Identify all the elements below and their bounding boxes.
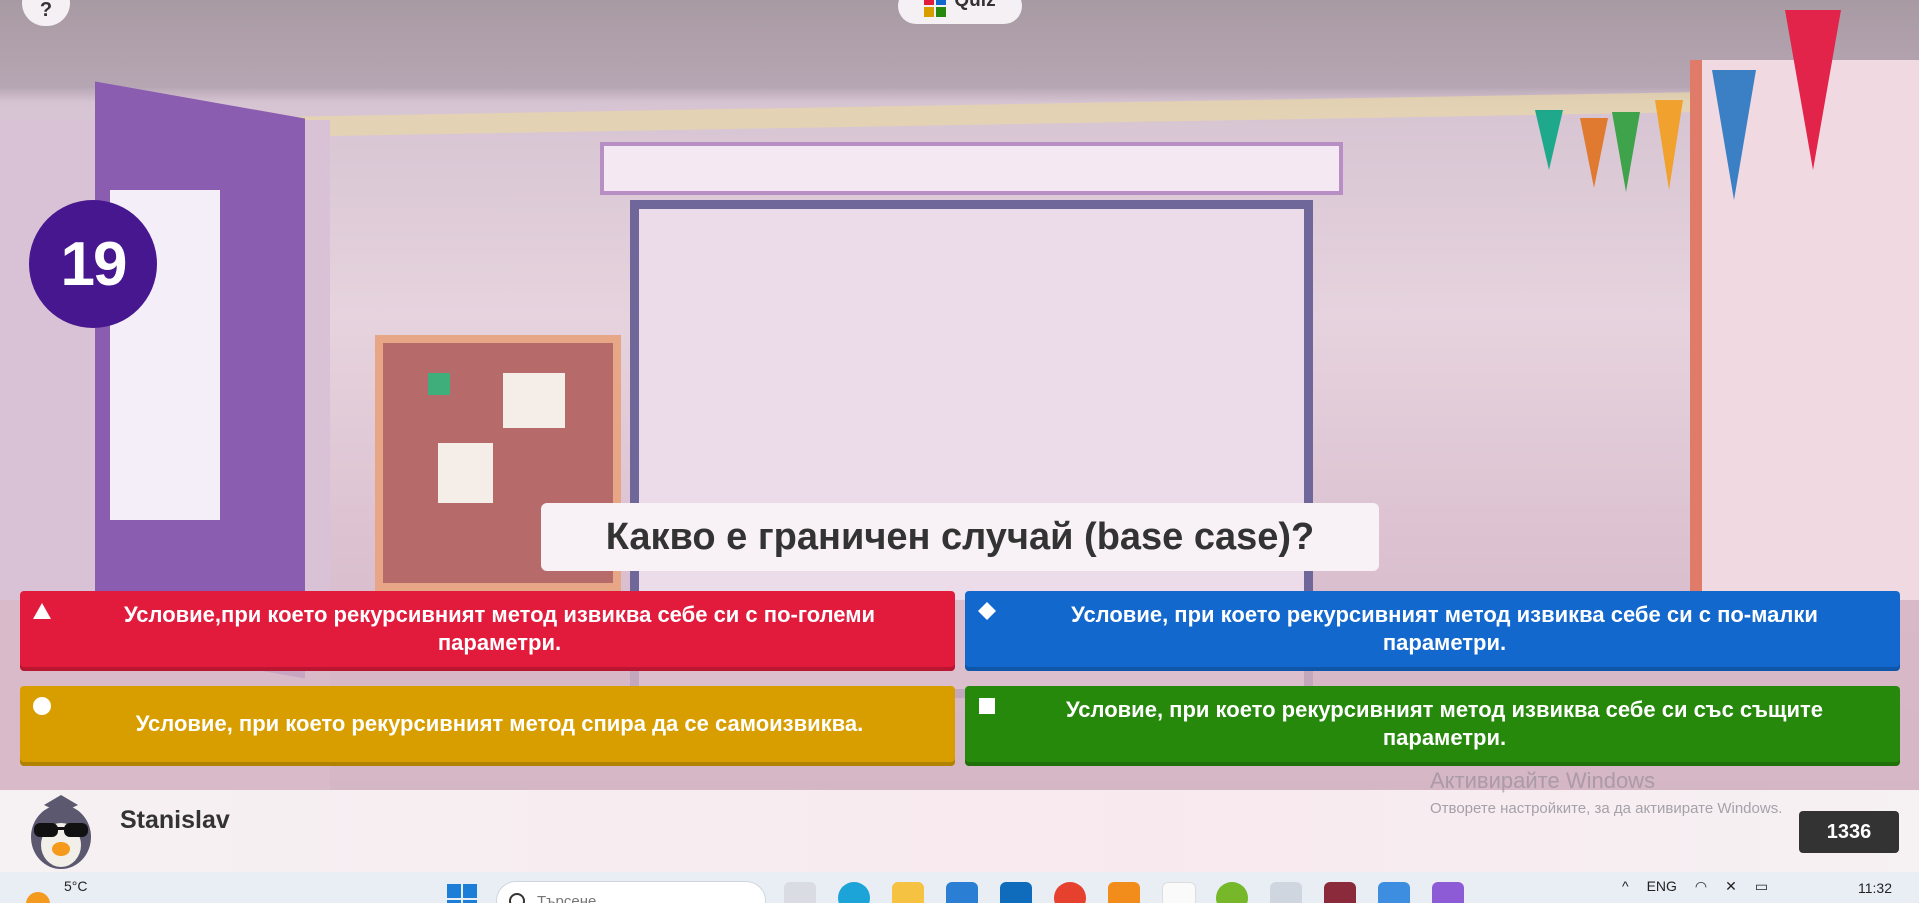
edge-icon[interactable] xyxy=(838,882,870,903)
answer-text: Условие, при което рекурсивният метод из… xyxy=(1071,602,1818,655)
utorrent-icon[interactable] xyxy=(1216,882,1248,903)
board-note xyxy=(438,443,493,503)
answer-text: Условие, при което рекурсивният метод сп… xyxy=(135,711,864,736)
app-icon[interactable] xyxy=(1108,882,1140,903)
question-number: 19 xyxy=(60,229,128,299)
player-bar: Stanislav Активирайте Windows Отворете н… xyxy=(0,768,1919,872)
activation-watermark-subtitle: Отворете настройките, за да активирате W… xyxy=(1430,800,1783,817)
diamond-icon xyxy=(978,602,996,620)
answer-button-red[interactable]: Условие,при което рекурсивният метод изв… xyxy=(20,591,955,671)
board-note xyxy=(428,373,450,395)
classroom-background xyxy=(0,0,1919,790)
store-icon[interactable] xyxy=(946,882,978,903)
volume-muted-icon[interactable]: ✕ xyxy=(1725,878,1737,895)
activation-watermark-title: Активирайте Windows xyxy=(1430,768,1656,793)
answer-button-green[interactable]: Условие, при което рекурсивният метод из… xyxy=(965,686,1900,766)
file-explorer-icon[interactable] xyxy=(892,882,924,903)
sun-icon xyxy=(26,892,50,903)
answer-text: Условие,при което рекурсивният метод изв… xyxy=(123,602,876,655)
system-tray: ^ ENG ◠ ✕ ▭ xyxy=(1622,878,1768,895)
player-name: Stanislav xyxy=(120,806,230,834)
question-number-badge: 19 xyxy=(29,200,157,328)
temperature: 5°C xyxy=(64,878,88,894)
chevron-up-icon[interactable]: ^ xyxy=(1622,878,1629,894)
question-text: Какво е граничен случай (base case)? xyxy=(605,515,1315,558)
pennant-flag xyxy=(1712,70,1756,200)
windows-taskbar: 5°C ^ ENG ◠ ✕ ▭ 11:32 xyxy=(0,872,1919,903)
answer-button-yellow[interactable]: Условие, при което рекурсивният метод сп… xyxy=(20,686,955,766)
windows-start-icon[interactable] xyxy=(447,884,477,903)
visual-studio-icon[interactable] xyxy=(1432,882,1464,903)
winrar-icon[interactable] xyxy=(1324,882,1356,903)
taskbar-search[interactable] xyxy=(496,881,766,903)
battery-icon[interactable]: ▭ xyxy=(1755,878,1768,895)
penguin-sunglasses-icon xyxy=(31,795,91,869)
search-icon xyxy=(509,893,525,903)
answer-text: Условие, при което рекурсивният метод из… xyxy=(1066,697,1823,750)
app-icon-2[interactable] xyxy=(1162,882,1196,903)
notepad-icon[interactable] xyxy=(1378,882,1410,903)
board-note xyxy=(503,373,565,428)
pennant-flag xyxy=(1580,118,1608,188)
chrome-icon[interactable] xyxy=(1054,882,1086,903)
chrome-profile-icon[interactable] xyxy=(1270,882,1302,903)
help-button-label: ? xyxy=(39,0,53,21)
quiz-type-label: Quiz xyxy=(954,0,996,11)
projector-casing xyxy=(600,142,1343,195)
answer-button-blue[interactable]: Условие, при което рекурсивният метод из… xyxy=(965,591,1900,671)
weather-widget[interactable]: 5°C xyxy=(26,878,88,903)
score-badge: 1336 xyxy=(1799,811,1899,853)
circle-icon xyxy=(33,697,51,715)
outlook-icon[interactable] xyxy=(1000,882,1032,903)
search-input[interactable] xyxy=(535,891,739,903)
task-view-icon[interactable] xyxy=(784,882,816,903)
clock[interactable]: 11:32 xyxy=(1858,880,1892,896)
pennant-flag xyxy=(1655,100,1683,190)
quiz-icon xyxy=(924,0,947,17)
square-icon xyxy=(979,698,995,714)
quiz-type-pill: Quiz xyxy=(898,0,1022,24)
pennant-flag xyxy=(1535,110,1563,170)
question-box: Какво е граничен случай (base case)? xyxy=(541,503,1379,571)
score-value: 1336 xyxy=(1826,820,1872,843)
pennant-flag xyxy=(1785,10,1841,170)
pennant-flag xyxy=(1612,112,1640,192)
language-indicator[interactable]: ENG xyxy=(1647,878,1677,894)
wifi-icon[interactable]: ◠ xyxy=(1695,878,1707,895)
triangle-icon xyxy=(33,603,51,619)
